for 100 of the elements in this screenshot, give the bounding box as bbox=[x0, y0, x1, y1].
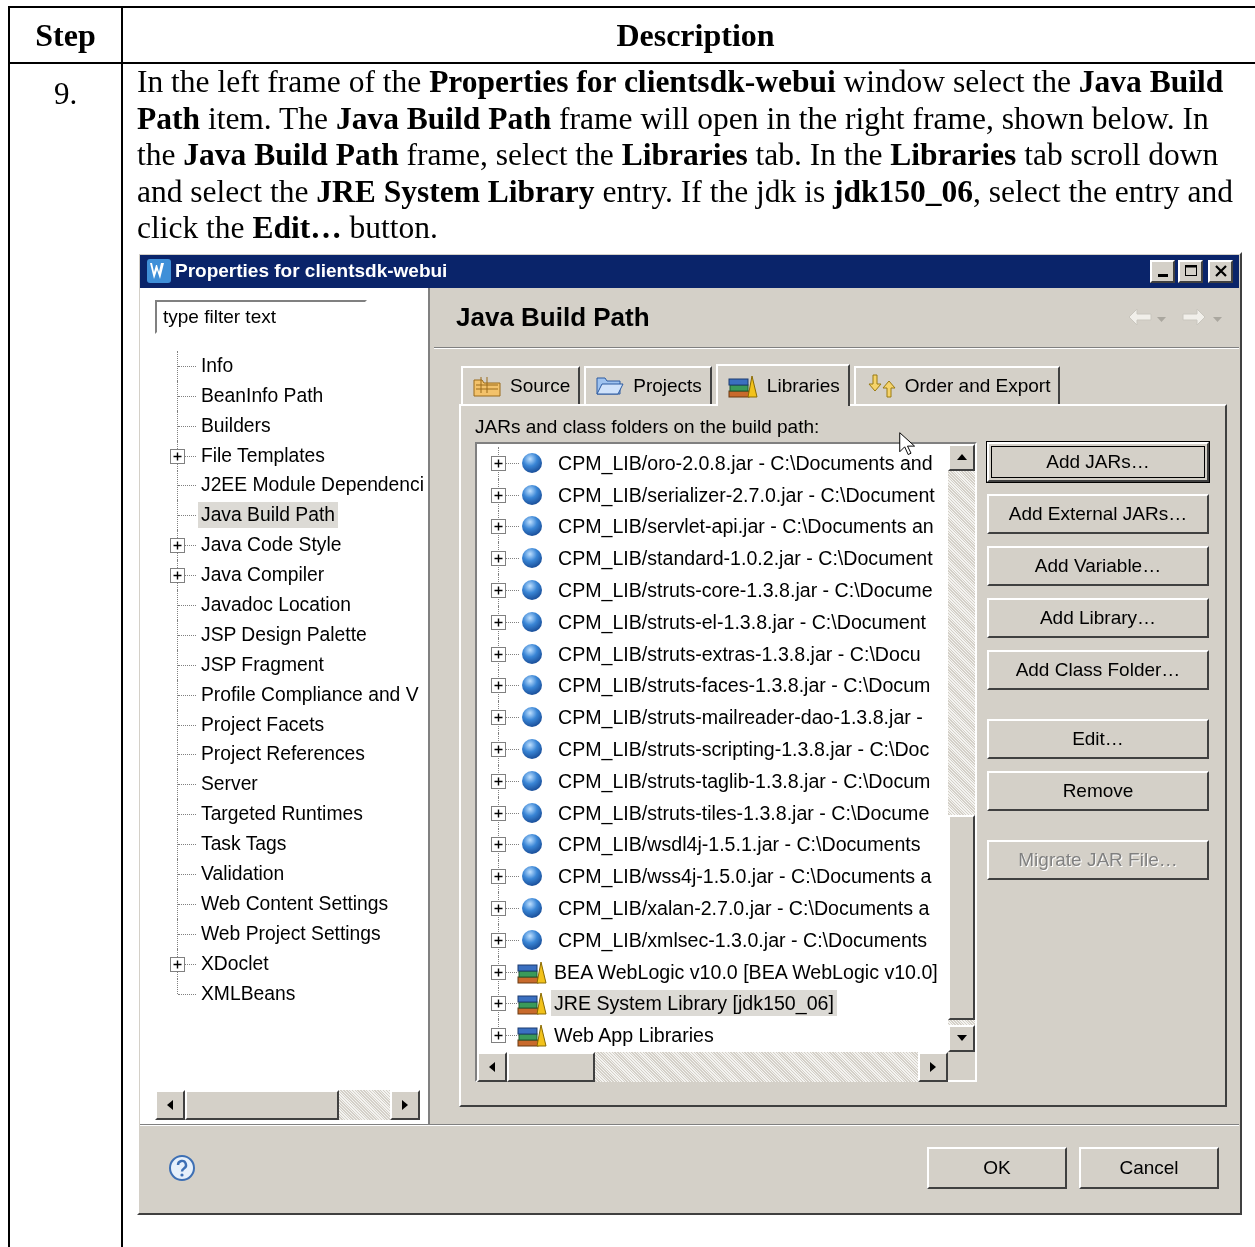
expand-icon[interactable] bbox=[491, 646, 506, 662]
tree-item[interactable]: Builders bbox=[198, 412, 274, 439]
list-item[interactable]: BEA WebLogic v10.0 [BEA WebLogic v10.0] bbox=[551, 958, 941, 985]
list-item[interactable]: JRE System Library [jdk150_06] bbox=[551, 990, 837, 1017]
tree-item[interactable]: Web Content Settings bbox=[198, 890, 392, 917]
tree-item[interactable]: Java Build Path bbox=[198, 502, 338, 529]
tab[interactable]: Libraries bbox=[715, 363, 850, 406]
scroll-button[interactable] bbox=[948, 1024, 975, 1052]
tree-item[interactable]: Project References bbox=[198, 741, 368, 768]
expand-icon[interactable] bbox=[491, 1028, 506, 1044]
scrollbar-thumb[interactable] bbox=[185, 1089, 339, 1120]
expand-icon[interactable] bbox=[491, 551, 506, 567]
scroll-button[interactable] bbox=[948, 443, 975, 471]
tree-item[interactable]: Java Compiler bbox=[198, 562, 328, 589]
expand-icon[interactable] bbox=[170, 568, 185, 584]
close-button[interactable] bbox=[1208, 259, 1233, 283]
expand-icon[interactable] bbox=[491, 519, 506, 535]
list-item[interactable]: CPM_LIB/wss4j-1.5.0.jar - C:\Documents a bbox=[555, 863, 935, 890]
list-item[interactable]: CPM_LIB/struts-scripting-1.3.8.jar - C:\Doc bbox=[555, 736, 933, 763]
list-item[interactable]: CPM_LIB/xmlsec-1.3.0.jar - C:\Documents bbox=[555, 926, 931, 953]
help-icon[interactable] bbox=[168, 1154, 196, 1183]
expand-icon[interactable] bbox=[491, 932, 506, 948]
action-button[interactable]: Add Class Folder… bbox=[987, 649, 1209, 690]
expand-icon[interactable] bbox=[491, 964, 506, 980]
expand-icon[interactable] bbox=[491, 742, 506, 758]
tree-item[interactable]: Javadoc Location bbox=[198, 592, 355, 619]
list-item[interactable]: CPM_LIB/xalan-2.7.0.jar - C:\Documents a bbox=[555, 895, 933, 921]
list-item[interactable]: CPM_LIB/serializer-2.7.0.jar - C:\Document bbox=[555, 481, 938, 508]
scroll-button[interactable] bbox=[477, 1051, 507, 1082]
tree-item[interactable]: Web Project Settings bbox=[198, 920, 384, 947]
page-title: Java Build Path bbox=[456, 301, 651, 333]
expand-icon[interactable] bbox=[170, 448, 185, 464]
list-item[interactable]: CPM_LIB/struts-extras-1.3.8.jar - C:\Docu bbox=[555, 640, 924, 667]
list-item[interactable]: Web App Libraries bbox=[551, 1022, 717, 1049]
horizontal-scrollbar[interactable] bbox=[155, 1089, 420, 1120]
folder-icon bbox=[596, 374, 625, 397]
tab[interactable]: Order and Export bbox=[853, 365, 1061, 404]
action-button[interactable]: Remove bbox=[987, 770, 1209, 811]
jar-icon bbox=[521, 579, 543, 602]
list-item[interactable]: CPM_LIB/struts-tiles-1.3.8.jar - C:\Docume bbox=[555, 799, 933, 826]
tree-item[interactable]: Task Tags bbox=[198, 831, 290, 858]
list-item[interactable]: CPM_LIB/wsdl4j-1.5.1.jar - C:\Documents bbox=[555, 831, 924, 858]
expand-icon[interactable] bbox=[491, 678, 506, 694]
list-item[interactable]: CPM_LIB/oro-2.0.8.jar - C:\Documents and bbox=[555, 449, 936, 476]
vertical-scrollbar[interactable] bbox=[948, 443, 975, 1052]
expand-icon[interactable] bbox=[491, 455, 506, 471]
tree-item[interactable]: Java Code Style bbox=[198, 532, 345, 559]
expand-icon[interactable] bbox=[491, 773, 506, 789]
tree-item[interactable]: Server bbox=[198, 771, 261, 798]
list-item[interactable]: CPM_LIB/standard-1.0.2.jar - C:\Document bbox=[555, 545, 936, 572]
tree-item[interactable]: Profile Compliance and V bbox=[198, 681, 422, 708]
tree-item[interactable]: XMLBeans bbox=[198, 980, 299, 1007]
tree-item[interactable]: File Templates bbox=[198, 442, 328, 469]
tree-item[interactable]: XDoclet bbox=[198, 950, 272, 977]
minimize-button[interactable] bbox=[1150, 259, 1175, 283]
scrollbar-thumb[interactable] bbox=[507, 1051, 595, 1082]
scrollbar-thumb[interactable] bbox=[948, 814, 975, 1020]
expand-icon[interactable] bbox=[491, 996, 506, 1012]
jar-icon bbox=[521, 610, 543, 633]
filter-field[interactable]: type filter text bbox=[155, 299, 367, 334]
tree-item[interactable]: J2EE Module Dependenci bbox=[198, 472, 427, 499]
tab[interactable]: Source bbox=[461, 365, 581, 404]
expand-icon[interactable] bbox=[170, 538, 185, 554]
action-button[interactable]: Add JARs… bbox=[987, 441, 1209, 482]
dialog-button[interactable]: Cancel bbox=[1079, 1147, 1219, 1190]
expand-icon[interactable] bbox=[491, 614, 506, 630]
list-item[interactable]: CPM_LIB/struts-faces-1.3.8.jar - C:\Docum bbox=[555, 672, 934, 699]
scroll-button[interactable] bbox=[390, 1089, 420, 1120]
left-arrow-icon bbox=[167, 1099, 173, 1110]
list-item[interactable]: CPM_LIB/struts-el-1.3.8.jar - C:\Document bbox=[555, 608, 930, 635]
expand-icon[interactable] bbox=[491, 805, 506, 821]
tree-item[interactable]: Targeted Runtimes bbox=[198, 801, 366, 828]
action-button[interactable]: Edit… bbox=[987, 718, 1209, 759]
expand-icon[interactable] bbox=[491, 901, 506, 916]
expand-icon[interactable] bbox=[170, 956, 185, 972]
dialog-button[interactable]: OK bbox=[927, 1147, 1067, 1190]
tree-item[interactable]: Info bbox=[198, 352, 237, 379]
expand-icon[interactable] bbox=[491, 837, 506, 853]
expand-icon[interactable] bbox=[491, 487, 506, 503]
action-button[interactable]: Add Variable… bbox=[987, 545, 1209, 586]
close-icon bbox=[1213, 264, 1228, 279]
action-button[interactable]: Add External JARs… bbox=[987, 493, 1209, 534]
horizontal-scrollbar[interactable] bbox=[477, 1051, 948, 1082]
list-item[interactable]: CPM_LIB/servlet-api.jar - C:\Documents an bbox=[555, 513, 937, 540]
tab[interactable]: Projects bbox=[584, 365, 712, 404]
action-button[interactable]: Add Library… bbox=[987, 597, 1209, 638]
expand-icon[interactable] bbox=[491, 583, 506, 599]
expand-icon[interactable] bbox=[491, 869, 506, 885]
scroll-button[interactable] bbox=[918, 1051, 948, 1082]
tree-item[interactable]: Validation bbox=[198, 861, 288, 888]
tree-item[interactable]: JSP Fragment bbox=[198, 651, 327, 678]
list-item[interactable]: CPM_LIB/struts-core-1.3.8.jar - C:\Docume bbox=[555, 577, 936, 604]
list-item[interactable]: CPM_LIB/struts-taglib-1.3.8.jar - C:\Docum bbox=[555, 767, 934, 794]
expand-icon[interactable] bbox=[491, 710, 506, 726]
tree-item[interactable]: Project Facets bbox=[198, 711, 328, 738]
list-item[interactable]: CPM_LIB/struts-mailreader-dao-1.3.8.jar - bbox=[555, 704, 926, 731]
maximize-button[interactable] bbox=[1178, 259, 1203, 283]
tree-item[interactable]: JSP Design Palette bbox=[198, 621, 370, 648]
scroll-button[interactable] bbox=[155, 1089, 185, 1120]
tree-item[interactable]: BeanInfo Path bbox=[198, 382, 327, 409]
